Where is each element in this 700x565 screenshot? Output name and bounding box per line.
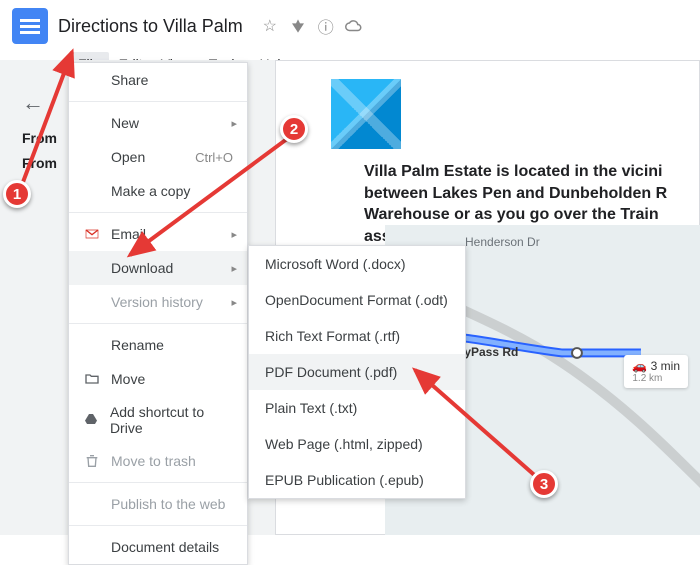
annotation-marker-2: 2 [280, 115, 308, 143]
menu-label: Version history [111, 294, 203, 310]
drive-icon [83, 411, 100, 429]
menu-label: Make a copy [111, 183, 190, 199]
submenu-item-txt[interactable]: Plain Text (.txt) [249, 390, 465, 426]
menu-label: Email [111, 226, 146, 242]
gmail-icon [83, 225, 101, 243]
menu-item-rename[interactable]: Rename [69, 328, 247, 362]
submenu-item-odt[interactable]: OpenDocument Format (.odt) [249, 282, 465, 318]
blank-icon [83, 71, 101, 89]
blank-icon [83, 148, 101, 166]
folder-move-icon [83, 370, 101, 388]
menu-item-document-details[interactable]: Document details [69, 530, 247, 564]
inline-image-logo [331, 79, 401, 149]
blank-icon [83, 495, 101, 513]
menu-label: Share [111, 72, 148, 88]
menu-item-make-copy[interactable]: Make a copy [69, 174, 247, 208]
submenu-item-docx[interactable]: Microsoft Word (.docx) [249, 246, 465, 282]
chevron-right-icon: ▸ [231, 117, 237, 130]
document-title[interactable]: Directions to Villa Palm [58, 16, 243, 37]
menu-label: Move to trash [111, 453, 196, 469]
menu-item-move[interactable]: Move [69, 362, 247, 396]
blank-icon [83, 182, 101, 200]
menu-label: Open [111, 149, 145, 165]
docs-app-icon[interactable] [12, 8, 48, 44]
menu-label: Move [111, 371, 145, 387]
blank-icon [83, 293, 101, 311]
menu-item-share[interactable]: Share [69, 63, 247, 97]
chevron-right-icon: ▸ [231, 228, 237, 241]
menu-item-new[interactable]: New ▸ [69, 106, 247, 140]
submenu-item-pdf[interactable]: PDF Document (.pdf) [249, 354, 465, 390]
menu-label: Document details [111, 539, 219, 555]
chevron-right-icon: ▸ [231, 262, 237, 275]
submenu-item-rtf[interactable]: Rich Text Format (.rtf) [249, 318, 465, 354]
outline-text-1: From [22, 130, 57, 146]
trash-icon [83, 452, 101, 470]
map-time-value: 3 min [651, 359, 680, 373]
info-icon[interactable]: ⓘ [317, 17, 335, 35]
star-icon[interactable]: ☆ [261, 17, 279, 35]
menu-label: Publish to the web [111, 496, 225, 512]
blank-icon [83, 336, 101, 354]
menu-label: Add shortcut to Drive [110, 404, 233, 436]
menu-label: Download [111, 260, 173, 276]
menu-label: New [111, 115, 139, 131]
menu-item-email[interactable]: Email ▸ [69, 217, 247, 251]
map-label-henderson: Henderson Dr [465, 235, 540, 249]
map-dist-value: 1.2 km [632, 373, 680, 384]
submenu-item-epub[interactable]: EPUB Publication (.epub) [249, 462, 465, 498]
blank-icon [83, 114, 101, 132]
menu-item-download[interactable]: Download ▸ [69, 251, 247, 285]
titlebar: Directions to Villa Palm ☆ ⓘ [0, 0, 700, 52]
menu-item-move-trash[interactable]: Move to trash [69, 444, 247, 478]
menu-item-version-history[interactable]: Version history ▸ [69, 285, 247, 319]
chevron-right-icon: ▸ [231, 296, 237, 309]
blank-icon [83, 538, 101, 556]
menu-shortcut: Ctrl+O [195, 150, 233, 165]
annotation-marker-3: 3 [530, 470, 558, 498]
menu-label: Rename [111, 337, 164, 353]
submenu-item-html[interactable]: Web Page (.html, zipped) [249, 426, 465, 462]
move-folder-icon[interactable] [289, 17, 307, 35]
annotation-marker-1: 1 [3, 180, 31, 208]
blank-icon [83, 259, 101, 277]
back-arrow-icon[interactable]: ← [22, 90, 44, 116]
file-menu-dropdown: Share New ▸ Open Ctrl+O Make a copy Emai… [68, 62, 248, 565]
map-route-time: 🚗 3 min 1.2 km [624, 355, 688, 388]
outline-text-2: From [22, 155, 57, 171]
menu-item-open[interactable]: Open Ctrl+O [69, 140, 247, 174]
download-submenu: Microsoft Word (.docx) OpenDocument Form… [248, 245, 466, 499]
cloud-saved-icon[interactable] [345, 17, 363, 35]
menu-item-publish-web[interactable]: Publish to the web [69, 487, 247, 521]
menu-item-add-shortcut[interactable]: Add shortcut to Drive [69, 396, 247, 444]
